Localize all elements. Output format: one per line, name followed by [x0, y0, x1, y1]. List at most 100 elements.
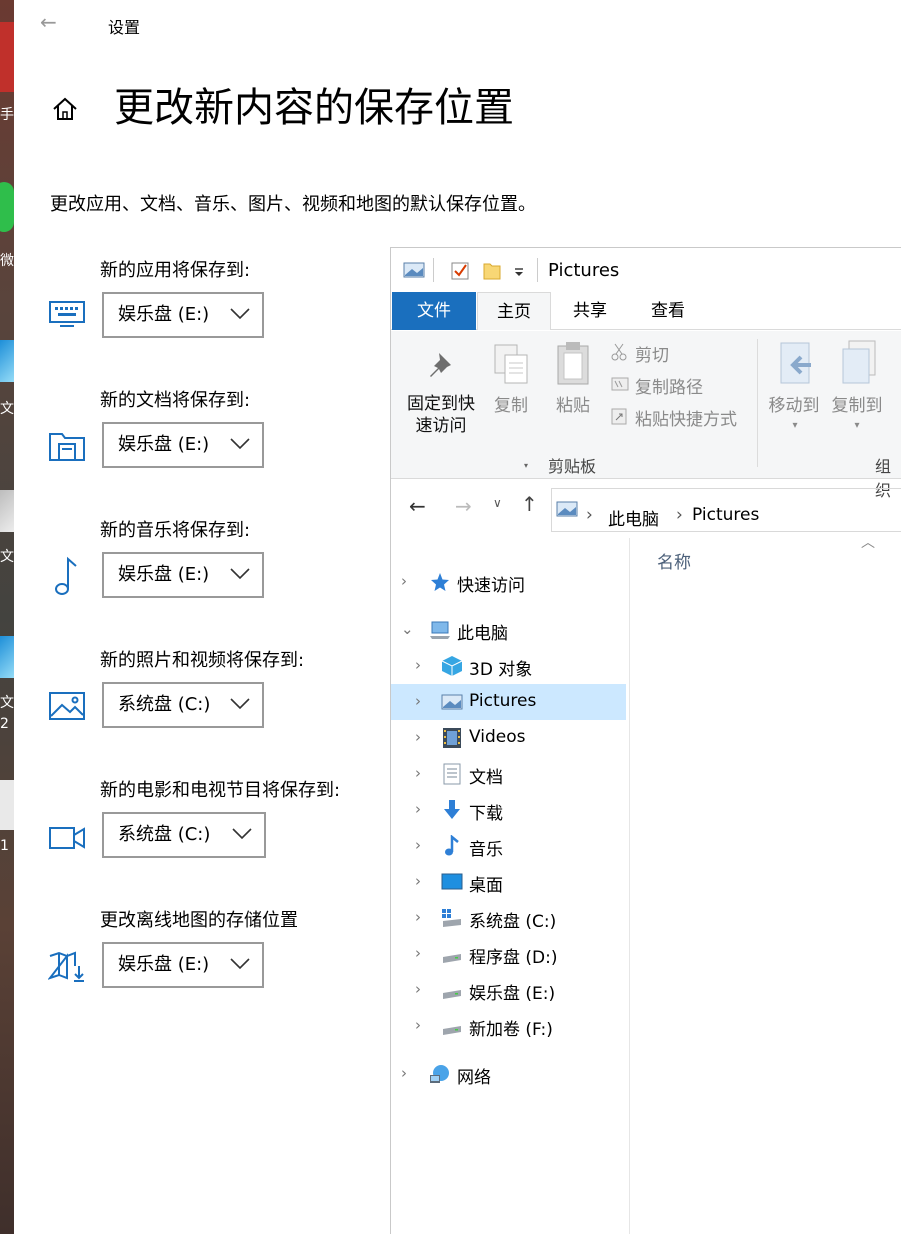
nav-pictures[interactable]: › Pictures [391, 684, 626, 720]
nav-documents[interactable]: › 文档 [391, 756, 626, 792]
breadcrumb-this-pc[interactable]: 此电脑 [608, 505, 659, 530]
desktop-file-icon[interactable] [0, 490, 14, 532]
nav-this-pc[interactable]: ⌄ 此电脑 [391, 612, 626, 648]
navigation-pane: › 快速访问 ⌄ 此电脑 › 3D 对象 › Pictures › Videos… [391, 538, 629, 1234]
copy-to-icon [842, 340, 876, 384]
desktop-file-icon[interactable] [0, 780, 14, 830]
nav-label: 网络 [457, 1068, 491, 1088]
nav-downloads[interactable]: › 下载 [391, 792, 626, 828]
folder-doc-icon [49, 433, 85, 461]
chevron-down-icon [232, 828, 252, 840]
clipboard-group-label: 剪贴板 [548, 457, 597, 476]
pin-to-quick-access-button[interactable]: 固定到快 速访问 [401, 393, 481, 437]
hard-drive-icon [443, 1026, 461, 1035]
expand-chevron-icon[interactable]: › [415, 908, 421, 926]
expand-chevron-icon[interactable]: › [415, 692, 421, 710]
chevron-down-icon [230, 958, 250, 970]
back-arrow-icon[interactable]: ← [40, 10, 57, 34]
expand-chevron-icon[interactable]: › [415, 656, 421, 674]
nav-label: 新加卷 (F:) [469, 1020, 553, 1040]
expand-chevron-icon[interactable]: › [415, 944, 421, 962]
nav-label: 3D 对象 [469, 660, 533, 680]
copy-to-dropdown-icon[interactable]: ▾ [851, 415, 863, 437]
nav-label: 娱乐盘 (E:) [469, 984, 556, 1004]
desktop-app-icon[interactable] [0, 22, 14, 92]
expand-chevron-icon[interactable]: › [415, 836, 421, 854]
expand-chevron-icon[interactable]: › [415, 980, 421, 998]
photos-save-label: 新的照片和视频将保存到: [100, 650, 305, 671]
copy-button[interactable]: 复制 [489, 395, 533, 417]
breadcrumb-pictures[interactable]: Pictures [692, 505, 759, 525]
expand-chevron-icon[interactable]: › [415, 764, 421, 782]
forward-icon[interactable]: → [455, 494, 472, 518]
collapse-chevron-icon[interactable]: ⌄ [401, 620, 414, 638]
nav-quick-access[interactable]: › 快速访问 [391, 564, 626, 600]
column-header-name[interactable]: 名称 [657, 548, 691, 573]
desktop-label: 手游 [0, 107, 14, 123]
address-box[interactable]: › 此电脑 › Pictures [551, 488, 901, 532]
desktop-label: 文 [0, 695, 14, 711]
paste-shortcut-icon [611, 408, 627, 425]
pictures-folder-icon [556, 501, 578, 517]
nav-drive-d[interactable]: › 程序盘 (D:) [391, 936, 626, 972]
new-folder-icon[interactable] [483, 260, 501, 280]
customize-toolbar-dropdown-icon[interactable] [513, 268, 525, 278]
nav-desktop[interactable]: › 桌面 [391, 864, 626, 900]
documents-save-label: 新的文档将保存到: [100, 390, 251, 411]
movies-drive-select[interactable]: 系统盘 (C:) [102, 812, 266, 858]
tab-file[interactable]: 文件 [392, 292, 476, 330]
expand-chevron-icon[interactable]: › [415, 800, 421, 818]
copy-to-button[interactable]: 复制到 [827, 395, 887, 417]
chevron-down-icon [230, 308, 250, 320]
nav-3d-objects[interactable]: › 3D 对象 [391, 648, 626, 684]
maps-drive-select[interactable]: 娱乐盘 (E:) [102, 942, 264, 988]
paste-button[interactable]: 粘贴 [551, 395, 595, 417]
desktop-file-icon[interactable] [0, 340, 14, 382]
nav-drive-e[interactable]: › 娱乐盘 (E:) [391, 972, 626, 1008]
cut-button[interactable]: 剪切 [635, 341, 669, 366]
home-icon[interactable] [50, 94, 80, 124]
back-icon[interactable]: ← [409, 494, 426, 518]
breadcrumb-separator-icon[interactable]: › [586, 505, 593, 525]
pin-label-line1: 固定到快 [407, 394, 475, 414]
move-to-button[interactable]: 移动到 [765, 395, 823, 417]
expand-chevron-icon[interactable]: › [415, 1016, 421, 1034]
documents-drive-select[interactable]: 娱乐盘 (E:) [102, 422, 264, 468]
music-save-label: 新的音乐将保存到: [100, 520, 251, 541]
expand-chevron-icon[interactable]: › [415, 872, 421, 890]
tab-home[interactable]: 主页 [477, 292, 551, 330]
expand-chevron-icon[interactable]: › [401, 572, 407, 590]
nav-videos[interactable]: › Videos [391, 720, 626, 756]
copy-path-button[interactable]: 复制路径 [635, 373, 703, 398]
properties-icon[interactable] [451, 260, 469, 280]
nav-music[interactable]: › 音乐 [391, 828, 626, 864]
paste-shortcut-button[interactable]: 粘贴快捷方式 [635, 405, 737, 430]
breadcrumb-separator-icon[interactable]: › [676, 505, 683, 525]
expand-chevron-icon[interactable]: › [401, 1064, 407, 1082]
expand-chevron-icon[interactable]: › [415, 728, 421, 746]
up-icon[interactable]: ↑ [521, 492, 538, 516]
page-description: 更改应用、文档、音乐、图片、视频和地图的默认保存位置。 [50, 194, 536, 215]
wechat-icon[interactable] [0, 182, 14, 232]
tab-share[interactable]: 共享 [553, 292, 627, 330]
nav-label: 此电脑 [457, 624, 508, 644]
move-to-dropdown-icon[interactable]: ▾ [789, 415, 801, 437]
chevron-down-icon [230, 568, 250, 580]
pictures-folder-icon [441, 694, 463, 710]
picture-icon [49, 692, 85, 720]
nav-drive-f[interactable]: › 新加卷 (F:) [391, 1008, 626, 1044]
nav-drive-c[interactable]: › 系统盘 (C:) [391, 900, 626, 936]
nav-label: 快速访问 [457, 576, 525, 596]
recent-locations-icon[interactable]: ∨ [493, 496, 502, 510]
nav-network[interactable]: › 网络 [391, 1056, 626, 1092]
apps-drive-select[interactable]: 娱乐盘 (E:) [102, 292, 264, 338]
ribbon-dialog-launcher-icon[interactable]: ▾ [524, 461, 528, 470]
map-download-icon [48, 951, 84, 982]
photos-drive-select[interactable]: 系统盘 (C:) [102, 682, 264, 728]
desktop-file-icon[interactable] [0, 636, 14, 678]
nav-label: Videos [469, 727, 526, 747]
pane-divider[interactable] [629, 538, 630, 1234]
pictures-folder-icon [403, 262, 425, 278]
music-drive-select[interactable]: 娱乐盘 (E:) [102, 552, 264, 598]
tab-view[interactable]: 查看 [631, 292, 705, 330]
